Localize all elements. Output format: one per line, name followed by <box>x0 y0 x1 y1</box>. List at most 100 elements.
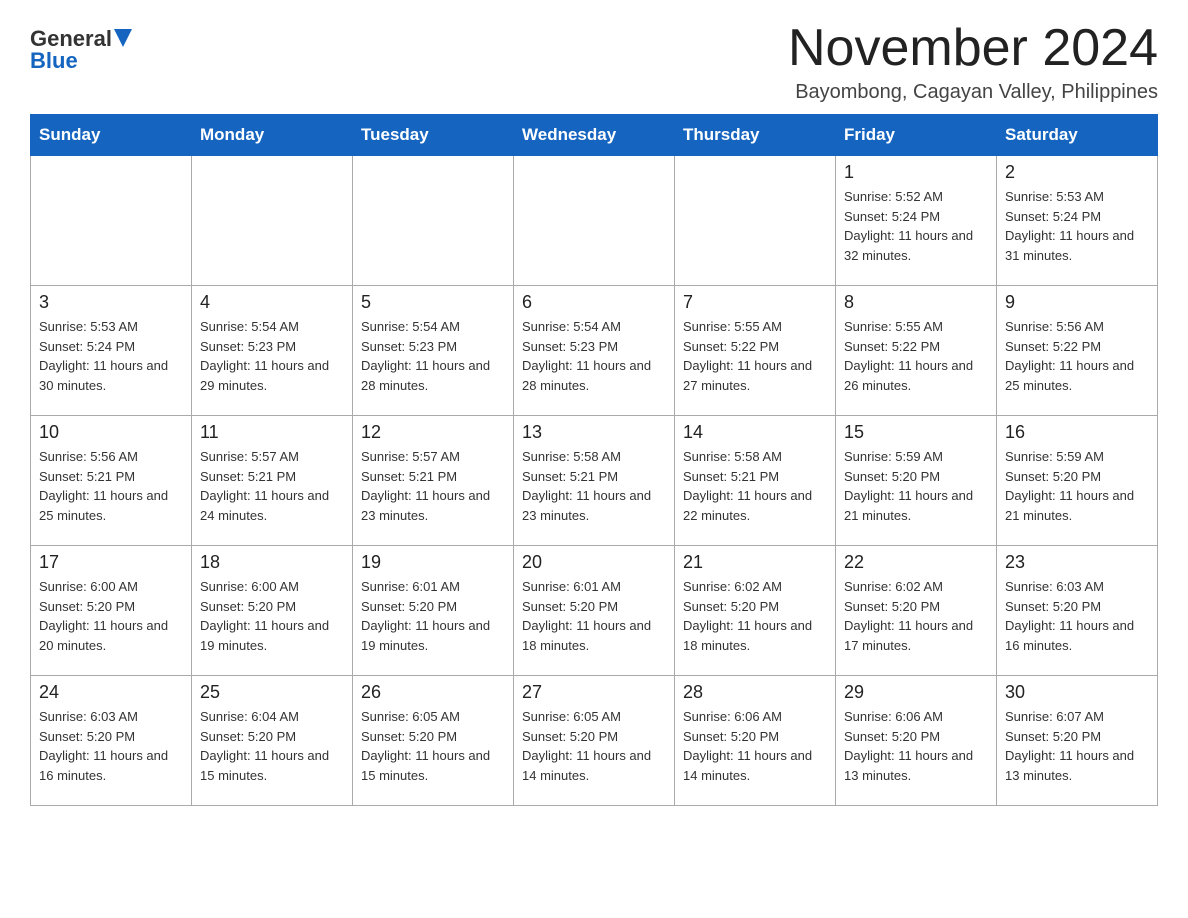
day-info: Sunrise: 6:05 AMSunset: 5:20 PMDaylight:… <box>361 707 505 785</box>
logo-general-text: General <box>30 28 112 50</box>
calendar-day-cell: 30Sunrise: 6:07 AMSunset: 5:20 PMDayligh… <box>997 676 1158 806</box>
day-number: 17 <box>39 552 183 573</box>
day-info: Sunrise: 6:04 AMSunset: 5:20 PMDaylight:… <box>200 707 344 785</box>
calendar-day-cell: 14Sunrise: 5:58 AMSunset: 5:21 PMDayligh… <box>675 416 836 546</box>
page-subtitle: Bayombong, Cagayan Valley, Philippines <box>788 81 1158 104</box>
day-number: 4 <box>200 292 344 313</box>
day-number: 3 <box>39 292 183 313</box>
calendar-day-cell: 11 Sunrise: 5:57 AMSunset: 5:21 PMDayligh… <box>192 416 353 546</box>
day-number: 12 <box>361 422 505 443</box>
day-number: 6 <box>522 292 666 313</box>
calendar-day-cell <box>31 156 192 286</box>
calendar-day-cell: 6 Sunrise: 5:54 AMSunset: 5:23 PMDaylight… <box>514 286 675 416</box>
day-number: 13 <box>522 422 666 443</box>
calendar-day-cell: 15 Sunrise: 5:59 AMSunset: 5:20 PMDayligh… <box>836 416 997 546</box>
calendar-day-cell <box>514 156 675 286</box>
day-number: 22 <box>844 552 988 573</box>
day-number: 11 <box>200 422 344 443</box>
day-number: 15 <box>844 422 988 443</box>
calendar-day-cell <box>675 156 836 286</box>
day-info: Sunrise: 6:00 AMSunset: 5:20 PMDaylight:… <box>39 577 183 655</box>
day-info: Sunrise: 5:58 AMSunset: 5:21 PMDaylight:… <box>683 447 827 525</box>
calendar-day-cell: 26Sunrise: 6:05 AMSunset: 5:20 PMDayligh… <box>353 676 514 806</box>
logo-triangle-icon <box>114 29 132 47</box>
calendar-day-cell: 16 Sunrise: 5:59 AMSunset: 5:20 PMDayligh… <box>997 416 1158 546</box>
calendar-day-cell: 7Sunrise: 5:55 AMSunset: 5:22 PMDaylight… <box>675 286 836 416</box>
day-info: Sunrise: 6:00 AMSunset: 5:20 PMDaylight:… <box>200 577 344 655</box>
calendar-week-row: 17 Sunrise: 6:00 AMSunset: 5:20 PMDayligh… <box>31 546 1158 676</box>
day-number: 27 <box>522 682 666 703</box>
weekday-header-tuesday: Tuesday <box>353 115 514 156</box>
day-number: 20 <box>522 552 666 573</box>
calendar-day-cell: 21 Sunrise: 6:02 AMSunset: 5:20 PMDayligh… <box>675 546 836 676</box>
day-number: 9 <box>1005 292 1149 313</box>
calendar-header-row: SundayMondayTuesdayWednesdayThursdayFrid… <box>31 115 1158 156</box>
day-info: Sunrise: 6:02 AMSunset: 5:20 PMDaylight:… <box>683 577 827 655</box>
day-info: Sunrise: 5:52 AMSunset: 5:24 PMDaylight:… <box>844 187 988 265</box>
day-number: 23 <box>1005 552 1149 573</box>
day-number: 10 <box>39 422 183 443</box>
calendar-week-row: 10 Sunrise: 5:56 AMSunset: 5:21 PMDayligh… <box>31 416 1158 546</box>
day-number: 30 <box>1005 682 1149 703</box>
day-info: Sunrise: 5:57 AMSunset: 5:21 PMDaylight:… <box>200 447 344 525</box>
calendar-day-cell: 20 Sunrise: 6:01 AMSunset: 5:20 PMDayligh… <box>514 546 675 676</box>
calendar-week-row: 3Sunrise: 5:53 AMSunset: 5:24 PMDaylight… <box>31 286 1158 416</box>
logo: General Blue <box>30 28 132 74</box>
day-number: 29 <box>844 682 988 703</box>
day-info: Sunrise: 6:01 AMSunset: 5:20 PMDaylight:… <box>522 577 666 655</box>
calendar-day-cell: 27 Sunrise: 6:05 AMSunset: 5:20 PMDayligh… <box>514 676 675 806</box>
calendar-day-cell: 28Sunrise: 6:06 AMSunset: 5:20 PMDayligh… <box>675 676 836 806</box>
calendar-day-cell: 5 Sunrise: 5:54 AMSunset: 5:23 PMDaylight… <box>353 286 514 416</box>
day-number: 5 <box>361 292 505 313</box>
calendar-day-cell <box>353 156 514 286</box>
calendar-day-cell: 9 Sunrise: 5:56 AMSunset: 5:22 PMDaylight… <box>997 286 1158 416</box>
logo-blue-text: Blue <box>30 48 78 74</box>
day-number: 28 <box>683 682 827 703</box>
day-info: Sunrise: 5:54 AMSunset: 5:23 PMDaylight:… <box>522 317 666 395</box>
weekday-header-monday: Monday <box>192 115 353 156</box>
day-number: 1 <box>844 162 988 183</box>
calendar-day-cell: 4Sunrise: 5:54 AMSunset: 5:23 PMDaylight… <box>192 286 353 416</box>
calendar-day-cell: 3Sunrise: 5:53 AMSunset: 5:24 PMDaylight… <box>31 286 192 416</box>
day-number: 21 <box>683 552 827 573</box>
calendar-day-cell: 22Sunrise: 6:02 AMSunset: 5:20 PMDayligh… <box>836 546 997 676</box>
calendar-week-row: 24 Sunrise: 6:03 AMSunset: 5:20 PMDayligh… <box>31 676 1158 806</box>
page-title: November 2024 <box>788 20 1158 77</box>
day-number: 24 <box>39 682 183 703</box>
day-number: 18 <box>200 552 344 573</box>
calendar-day-cell: 17 Sunrise: 6:00 AMSunset: 5:20 PMDayligh… <box>31 546 192 676</box>
page-header: General Blue November 2024 Bayombong, Ca… <box>30 20 1158 104</box>
day-info: Sunrise: 5:59 AMSunset: 5:20 PMDaylight:… <box>844 447 988 525</box>
calendar-day-cell: 24 Sunrise: 6:03 AMSunset: 5:20 PMDayligh… <box>31 676 192 806</box>
day-number: 25 <box>200 682 344 703</box>
calendar-day-cell: 29 Sunrise: 6:06 AMSunset: 5:20 PMDayligh… <box>836 676 997 806</box>
day-info: Sunrise: 5:56 AMSunset: 5:22 PMDaylight:… <box>1005 317 1149 395</box>
calendar-table: SundayMondayTuesdayWednesdayThursdayFrid… <box>30 114 1158 806</box>
weekday-header-saturday: Saturday <box>997 115 1158 156</box>
day-info: Sunrise: 5:54 AMSunset: 5:23 PMDaylight:… <box>361 317 505 395</box>
day-number: 7 <box>683 292 827 313</box>
calendar-day-cell <box>192 156 353 286</box>
title-section: November 2024 Bayombong, Cagayan Valley,… <box>788 20 1158 104</box>
calendar-day-cell: 12 Sunrise: 5:57 AMSunset: 5:21 PMDayligh… <box>353 416 514 546</box>
day-info: Sunrise: 6:03 AMSunset: 5:20 PMDaylight:… <box>1005 577 1149 655</box>
day-info: Sunrise: 5:58 AMSunset: 5:21 PMDaylight:… <box>522 447 666 525</box>
day-number: 2 <box>1005 162 1149 183</box>
calendar-day-cell: 8Sunrise: 5:55 AMSunset: 5:22 PMDaylight… <box>836 286 997 416</box>
day-number: 16 <box>1005 422 1149 443</box>
calendar-day-cell: 2Sunrise: 5:53 AMSunset: 5:24 PMDaylight… <box>997 156 1158 286</box>
day-info: Sunrise: 5:55 AMSunset: 5:22 PMDaylight:… <box>844 317 988 395</box>
calendar-day-cell: 19Sunrise: 6:01 AMSunset: 5:20 PMDayligh… <box>353 546 514 676</box>
day-info: Sunrise: 6:05 AMSunset: 5:20 PMDaylight:… <box>522 707 666 785</box>
day-number: 19 <box>361 552 505 573</box>
calendar-day-cell: 10 Sunrise: 5:56 AMSunset: 5:21 PMDayligh… <box>31 416 192 546</box>
day-info: Sunrise: 5:57 AMSunset: 5:21 PMDaylight:… <box>361 447 505 525</box>
calendar-day-cell: 23 Sunrise: 6:03 AMSunset: 5:20 PMDayligh… <box>997 546 1158 676</box>
day-info: Sunrise: 5:59 AMSunset: 5:20 PMDaylight:… <box>1005 447 1149 525</box>
weekday-header-wednesday: Wednesday <box>514 115 675 156</box>
day-info: Sunrise: 6:06 AMSunset: 5:20 PMDaylight:… <box>844 707 988 785</box>
calendar-day-cell: 13 Sunrise: 5:58 AMSunset: 5:21 PMDayligh… <box>514 416 675 546</box>
day-info: Sunrise: 6:03 AMSunset: 5:20 PMDaylight:… <box>39 707 183 785</box>
day-info: Sunrise: 5:56 AMSunset: 5:21 PMDaylight:… <box>39 447 183 525</box>
weekday-header-sunday: Sunday <box>31 115 192 156</box>
